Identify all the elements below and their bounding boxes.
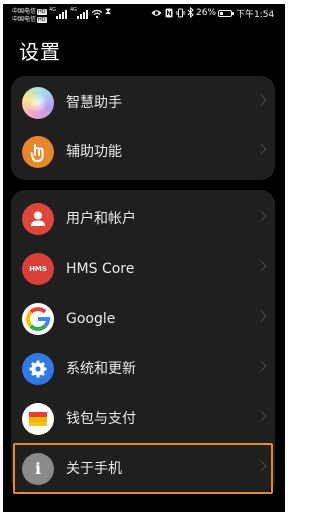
settings-item-label: 关于手机 [66, 461, 122, 477]
vibrate-icon [176, 8, 185, 18]
user-account-icon [22, 203, 54, 235]
signal-1-icon [56, 10, 67, 19]
info-icon-text: i [34, 459, 42, 478]
hms-core-icon: HMS [22, 253, 54, 285]
chevron-right-icon [255, 94, 267, 106]
settings-item-accessibility[interactable]: 辅助功能 [11, 127, 275, 177]
hms-icon-text: HMS [29, 265, 47, 273]
settings-item-label: HMS Core [66, 261, 135, 277]
chevron-right-icon [255, 260, 267, 272]
settings-item-label: 钱包与支付 [66, 411, 136, 427]
settings-item-label: 用户和帐户 [66, 211, 136, 227]
wallet-icon [22, 403, 54, 435]
chevron-right-icon [255, 210, 267, 222]
google-icon [22, 303, 54, 335]
signal-2-icon [77, 10, 88, 19]
chevron-right-icon [255, 143, 267, 155]
wifi-icon [91, 9, 103, 19]
chevron-right-icon [255, 310, 267, 322]
hourglass-icon: ⧗ [105, 7, 112, 17]
chevron-right-icon [255, 460, 267, 472]
settings-item-system-update[interactable]: 系统和更新 [11, 344, 275, 394]
settings-item-wallet[interactable]: 钱包与支付 [11, 394, 275, 444]
battery-percent: 26% [196, 8, 217, 18]
phone-screen: 中国电信 HD 中国电信 HD 4G 4G ⧗ 26% 下午1:54 设置 智慧… [3, 4, 285, 512]
settings-group-2: 用户和帐户 HMS HMS Core Google 系统和更新 钱包与支付 i … [11, 190, 275, 494]
settings-item-label: 系统和更新 [66, 361, 136, 377]
system-update-icon [22, 353, 54, 385]
eye-icon [151, 10, 162, 16]
signal-2-label: 4G [70, 7, 78, 13]
carrier-1-name: 中国电信 [12, 8, 37, 15]
chevron-right-icon [255, 410, 267, 422]
settings-item-label: 智慧助手 [66, 95, 122, 111]
settings-item-google[interactable]: Google [11, 294, 275, 344]
settings-item-smart-assistant[interactable]: 智慧助手 [11, 78, 275, 128]
settings-group-1: 智慧助手 辅助功能 [11, 76, 275, 180]
battery-level-fill [220, 12, 223, 15]
settings-item-hms-core[interactable]: HMS HMS Core [11, 244, 275, 294]
carrier-2-name: 中国电信 [12, 16, 37, 23]
status-time: 下午1:54 [236, 10, 275, 20]
nfc-icon [165, 8, 173, 18]
settings-item-user-accounts[interactable]: 用户和帐户 [11, 194, 275, 244]
battery-icon [218, 10, 234, 17]
settings-item-label: 辅助功能 [66, 144, 122, 160]
status-bar: 中国电信 HD 中国电信 HD 4G 4G ⧗ 26% 下午1:54 [3, 4, 285, 30]
page-title: 设置 [19, 40, 61, 64]
bluetooth-icon [187, 7, 194, 18]
chevron-right-icon [255, 360, 267, 372]
smart-assistant-icon [22, 87, 54, 119]
settings-item-label: Google [66, 311, 116, 327]
carrier-2-hd-badge: HD [37, 17, 47, 23]
settings-item-about-phone[interactable]: i 关于手机 [11, 444, 275, 494]
about-phone-icon: i [22, 453, 54, 485]
accessibility-icon [22, 136, 54, 168]
carrier-1: 中国电信 HD [12, 8, 47, 15]
signal-1-label: 4G [49, 7, 57, 13]
carrier-1-hd-badge: HD [37, 9, 47, 15]
carrier-2: 中国电信 HD [12, 16, 47, 23]
